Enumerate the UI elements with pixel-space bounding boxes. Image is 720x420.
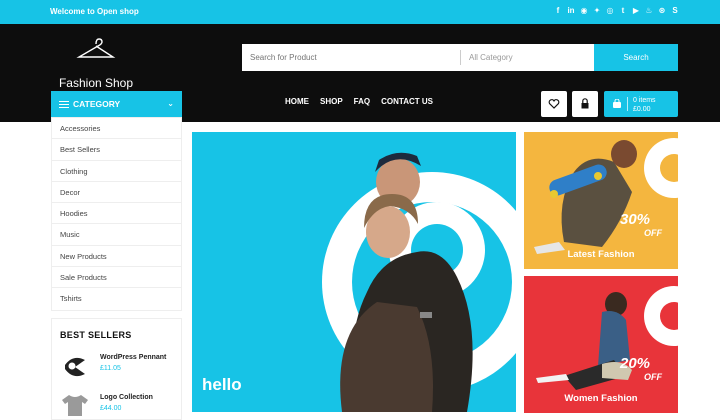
heart-icon [548,99,560,109]
hamburger-icon [59,101,69,109]
cart-button[interactable]: 0 items £0.00 [604,91,678,117]
welcome-text: Welcome to Open shop [50,7,139,16]
category-sale-products[interactable]: Sale Products [52,267,181,289]
chevron-down-icon: ⌄ [167,99,174,108]
search-button[interactable]: Search [594,44,678,71]
category-button-label: CATEGORY [73,99,121,109]
product-name[interactable]: WordPress Pennant [100,354,166,361]
category-hoodies[interactable]: Hoodies [52,203,181,225]
nav-faq[interactable]: FAQ [354,97,370,106]
best-sellers-widget: BEST SELLERS WordPress Pennant £11.05 Lo… [51,318,182,420]
pinterest-icon[interactable]: ◉ [580,6,588,16]
product-price: £44.00 [100,405,122,412]
category-menu-button[interactable]: CATEGORY ⌄ [51,91,182,117]
promo-off: OFF [644,372,662,382]
category-list: Accessories Best Sellers Clothing Decor … [51,117,182,311]
linkedin-icon[interactable]: in [567,6,575,16]
category-best-sellers[interactable]: Best Sellers [52,139,181,161]
category-decor[interactable]: Decor [52,182,181,204]
social-links: f in ◉ ✦ ◎ t ▶ ♨ ⊛ S [554,6,679,16]
category-music[interactable]: Music [52,224,181,246]
main-nav: HOME SHOP FAQ CONTACT US [285,97,433,106]
nav-shop[interactable]: SHOP [320,97,343,106]
cart-summary: 0 items £0.00 [633,96,656,114]
search-input[interactable] [242,44,460,71]
logo-text: Fashion Shop [58,76,134,90]
promo-percent: 30% [620,211,651,228]
site-logo[interactable]: Fashion Shop [56,38,136,90]
product-thumbnail [62,395,88,416]
instagram-icon[interactable]: ◎ [606,6,614,16]
hanger-icon [76,38,116,58]
best-sellers-title: BEST SELLERS [60,330,132,340]
category-clothing[interactable]: Clothing [52,161,181,182]
nav-contact-us[interactable]: CONTACT US [381,97,433,106]
hero-graphic [322,152,516,412]
product-name[interactable]: Logo Collection [100,394,153,401]
promo-banner-women[interactable]: 20% OFF Women Fashion [524,276,678,413]
category-select[interactable]: All Category [460,50,594,65]
cart-icon [613,99,621,108]
category-accessories[interactable]: Accessories [52,118,181,140]
facebook-icon[interactable]: f [554,6,562,16]
tumblr-icon[interactable]: t [619,6,627,16]
promo-label: Women Fashion [564,393,638,404]
wishlist-button[interactable] [541,91,567,117]
product-price: £11.05 [100,365,121,372]
category-tshirts[interactable]: Tshirts [52,288,181,309]
promo-off: OFF [644,228,662,238]
cart-total: £0.00 [633,106,651,113]
stumbleupon-icon[interactable]: ♨ [645,6,653,16]
lock-icon [581,98,589,109]
product-item[interactable]: Logo Collection £44.00 [60,392,180,418]
promo-label: Latest Fashion [567,249,635,260]
cart-separator [627,97,628,111]
promo-banner-latest[interactable]: 30% OFF Latest Fashion [524,132,678,269]
youtube-icon[interactable]: ▶ [632,6,640,16]
site-header: Fashion Shop All Category Search CATEGOR… [0,24,720,122]
top-bar: Welcome to Open shop f in ◉ ✦ ◎ t ▶ ♨ ⊛ … [0,0,720,24]
cart-items-count: 0 items [633,97,656,104]
dribbble-icon[interactable]: ⊛ [658,6,666,16]
search-bar: All Category Search [242,44,678,71]
product-thumbnail [65,357,85,377]
promo-percent: 20% [620,355,651,372]
hero-banner[interactable]: hello [192,132,516,412]
skype-icon[interactable]: S [671,6,679,16]
account-button[interactable] [572,91,598,117]
twitter-icon[interactable]: ✦ [593,6,601,16]
hero-caption: hello [202,375,242,394]
category-new-products[interactable]: New Products [52,246,181,268]
nav-home[interactable]: HOME [285,97,309,106]
product-item[interactable]: WordPress Pennant £11.05 [60,352,180,378]
